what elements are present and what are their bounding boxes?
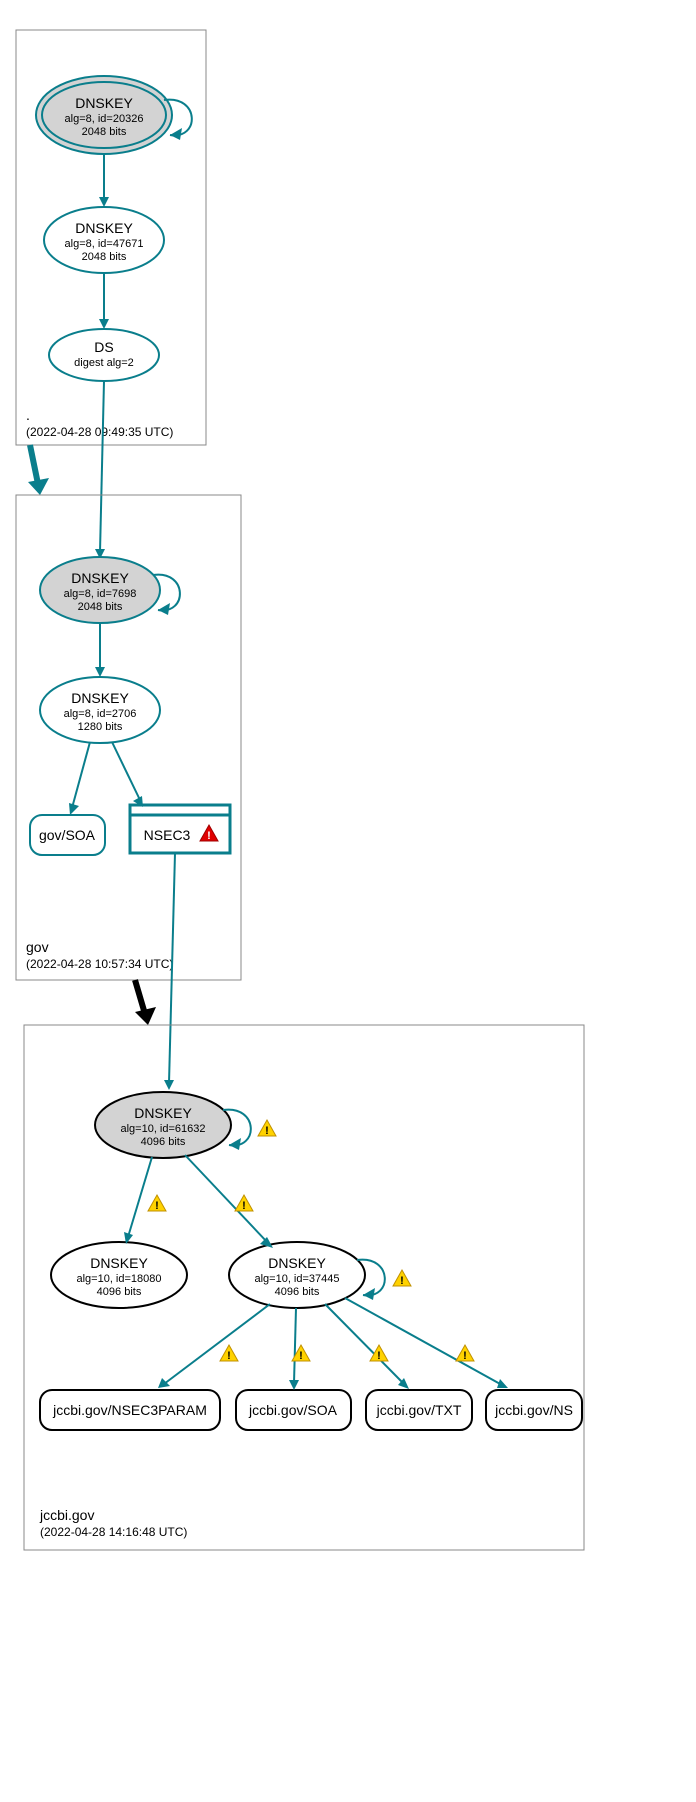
- jccbi-nsec3param-label: jccbi.gov/NSEC3PARAM: [52, 1402, 207, 1418]
- warning-icon: !: [258, 1120, 276, 1137]
- jccbi-zsk1-title: DNSKEY: [90, 1255, 148, 1271]
- jccbi-zsk2-node: DNSKEY alg=10, id=37445 4096 bits: [229, 1242, 365, 1308]
- edge-gov-to-jccbi: [135, 980, 145, 1014]
- svg-text:!: !: [377, 1350, 381, 1362]
- jccbi-zsk2-alg: alg=10, id=37445: [254, 1273, 339, 1285]
- gov-soa-label: gov/SOA: [39, 827, 96, 843]
- svg-text:!: !: [299, 1350, 303, 1362]
- gov-nsec3-node: NSEC3 !: [130, 805, 230, 853]
- svg-text:!: !: [207, 830, 211, 842]
- gov-ksk-alg: alg=8, id=7698: [64, 588, 137, 600]
- root-zsk-bits: 2048 bits: [82, 251, 127, 263]
- zone-jccbi-timestamp: (2022-04-28 14:16:48 UTC): [40, 1525, 187, 1539]
- gov-soa-node: gov/SOA: [30, 815, 105, 855]
- edge-zsk2-soa: [294, 1308, 296, 1383]
- jccbi-zsk1-bits: 4096 bits: [97, 1286, 142, 1298]
- gov-nsec3-label: NSEC3: [144, 827, 191, 843]
- root-zsk-node: DNSKEY alg=8, id=47671 2048 bits: [44, 207, 164, 273]
- edge-root-to-gov: [30, 445, 38, 484]
- jccbi-ksk-title: DNSKEY: [134, 1105, 192, 1121]
- jccbi-zsk1-node: DNSKEY alg=10, id=18080 4096 bits: [51, 1242, 187, 1308]
- root-ds-title: DS: [94, 339, 113, 355]
- gov-ksk-title: DNSKEY: [71, 570, 129, 586]
- svg-text:!: !: [242, 1200, 246, 1212]
- edge-jccbi-ksk-zsk1: [128, 1157, 152, 1237]
- jccbi-zsk1-alg: alg=10, id=18080: [76, 1273, 161, 1285]
- zone-gov-label: gov: [26, 939, 49, 955]
- gov-zsk-title: DNSKEY: [71, 690, 129, 706]
- edge-zsk2-ns: [345, 1298, 502, 1385]
- jccbi-ksk-alg: alg=10, id=61632: [120, 1123, 205, 1135]
- root-zsk-title: DNSKEY: [75, 220, 133, 236]
- root-ds-alg: digest alg=2: [74, 357, 134, 369]
- root-ds-node: DS digest alg=2: [49, 329, 159, 381]
- warning-icon: !: [393, 1270, 411, 1287]
- svg-text:!: !: [400, 1275, 404, 1287]
- jccbi-ksk-node: DNSKEY alg=10, id=61632 4096 bits: [95, 1092, 231, 1158]
- gov-ksk-bits: 2048 bits: [78, 601, 123, 613]
- zone-root-timestamp: (2022-04-28 09:49:35 UTC): [26, 425, 173, 439]
- root-zsk-alg: alg=8, id=47671: [65, 238, 144, 250]
- jccbi-soa-label: jccbi.gov/SOA: [248, 1402, 338, 1418]
- dnssec-diagram: . (2022-04-28 09:49:35 UTC) DNSKEY alg=8…: [0, 0, 696, 1802]
- gov-zsk-bits: 1280 bits: [78, 721, 123, 733]
- jccbi-zsk2-bits: 4096 bits: [275, 1286, 320, 1298]
- edge-zsk2-txt: [325, 1304, 404, 1384]
- zone-jccbi-label: jccbi.gov: [39, 1507, 94, 1523]
- root-ksk-bits: 2048 bits: [82, 126, 127, 138]
- root-ksk-alg: alg=8, id=20326: [65, 113, 144, 125]
- edge-jccbi-ksk-zsk2: [185, 1155, 268, 1243]
- jccbi-txt-label: jccbi.gov/TXT: [376, 1402, 462, 1418]
- root-ksk-title: DNSKEY: [75, 95, 133, 111]
- warning-icon: !: [456, 1345, 474, 1362]
- zone-gov-timestamp: (2022-04-28 10:57:34 UTC): [26, 957, 173, 971]
- gov-ksk-node: DNSKEY alg=8, id=7698 2048 bits: [40, 557, 160, 623]
- edge-gov-zsk-soa: [72, 742, 90, 808]
- root-ksk-node: DNSKEY alg=8, id=20326 2048 bits: [36, 76, 172, 154]
- svg-text:!: !: [155, 1200, 159, 1212]
- edge-gov-zsk-nsec3: [112, 742, 140, 800]
- jccbi-zsk2-title: DNSKEY: [268, 1255, 326, 1271]
- gov-zsk-node: DNSKEY alg=8, id=2706 1280 bits: [40, 677, 160, 743]
- warning-icon: !: [235, 1195, 253, 1212]
- jccbi-ksk-bits: 4096 bits: [141, 1136, 186, 1148]
- svg-text:!: !: [463, 1350, 467, 1362]
- edge-ds-to-gov-ksk: [100, 381, 104, 552]
- zone-root-label: .: [26, 407, 30, 423]
- svg-text:!: !: [265, 1125, 269, 1137]
- jccbi-nsec3param-node: jccbi.gov/NSEC3PARAM: [40, 1390, 220, 1430]
- jccbi-ns-label: jccbi.gov/NS: [494, 1402, 573, 1418]
- jccbi-txt-node: jccbi.gov/TXT: [366, 1390, 472, 1430]
- warning-icon: !: [220, 1345, 238, 1362]
- svg-text:!: !: [227, 1350, 231, 1362]
- warning-icon: !: [148, 1195, 166, 1212]
- jccbi-soa-node: jccbi.gov/SOA: [236, 1390, 351, 1430]
- jccbi-ns-node: jccbi.gov/NS: [486, 1390, 582, 1430]
- gov-zsk-alg: alg=8, id=2706: [64, 708, 137, 720]
- edge-zsk2-nsec3param: [164, 1304, 270, 1384]
